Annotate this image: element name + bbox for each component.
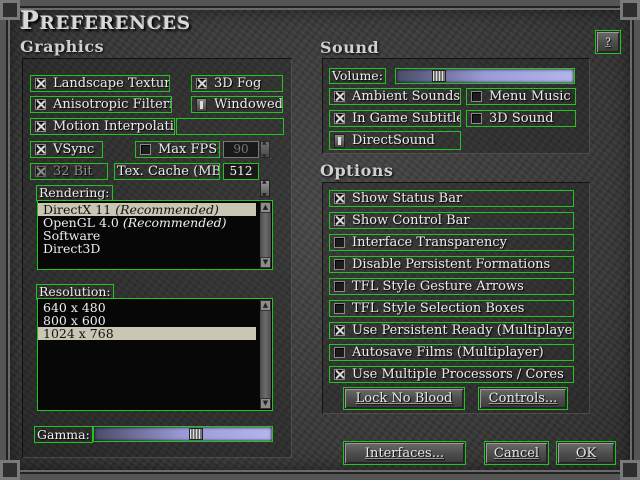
checkbox-box bbox=[334, 347, 345, 358]
volume-slider-thumb[interactable] bbox=[432, 70, 446, 82]
rendering-list[interactable]: DirectX 11 (Recommended) OpenGL 4.0 (Reco… bbox=[37, 200, 273, 270]
3d-sound-checkbox[interactable]: 3D Sound bbox=[466, 110, 576, 127]
volume-label: Volume: bbox=[329, 68, 386, 84]
vsync-checkbox[interactable]: VSync bbox=[30, 141, 103, 158]
option-checkbox[interactable]: Use Multiple Processors / Cores bbox=[329, 366, 574, 383]
frame-corner bbox=[0, 0, 20, 20]
rendering-scrollbar[interactable]: ▲ ▼ bbox=[260, 202, 271, 268]
checkbox-box bbox=[196, 78, 207, 89]
option-checkbox[interactable]: Show Control Bar bbox=[329, 212, 574, 229]
checkbox-box bbox=[471, 91, 482, 102]
option-checkbox[interactable]: Interface Transparency bbox=[329, 234, 574, 251]
3d-fog-checkbox[interactable]: 3D Fog bbox=[191, 75, 283, 92]
checkbox-box bbox=[35, 99, 46, 110]
motion-interpolation-checkbox[interactable]: Motion Interpolation bbox=[30, 118, 175, 135]
options-heading: Options bbox=[320, 161, 394, 180]
checkbox-box bbox=[334, 281, 345, 292]
checkbox-box bbox=[334, 325, 345, 336]
checkbox-box bbox=[35, 166, 46, 177]
rendering-list-item[interactable]: Direct3D bbox=[38, 242, 256, 255]
checkbox-box bbox=[35, 78, 46, 89]
32-bit-checkbox[interactable]: 32 Bit bbox=[30, 163, 108, 180]
option-label: TFL Style Gesture Arrows bbox=[352, 279, 524, 294]
help-icon: ? bbox=[605, 36, 611, 48]
directsound-toggle[interactable]: DirectSound bbox=[329, 131, 461, 150]
max-fps-checkbox[interactable]: Max FPS: bbox=[135, 141, 220, 158]
toggle-icon bbox=[334, 133, 345, 148]
option-label: Show Status Bar bbox=[352, 191, 463, 206]
option-label: Show Control Bar bbox=[352, 213, 470, 228]
dialog-title: Preferences bbox=[20, 6, 192, 35]
checkbox-box bbox=[334, 113, 345, 124]
tex-cache-label: Tex. Cache (MB): bbox=[114, 163, 220, 180]
rendering-option-note: (Recommended) bbox=[122, 215, 227, 230]
option-label: Use Multiple Processors / Cores bbox=[352, 367, 564, 382]
option-label: TFL Style Selection Boxes bbox=[352, 301, 525, 316]
lock-no-blood-button[interactable]: Lock No Blood bbox=[343, 387, 465, 410]
checkbox-box bbox=[334, 215, 345, 226]
max-fps-input[interactable]: 90 bbox=[223, 141, 259, 158]
gamma-slider-thumb[interactable] bbox=[189, 428, 203, 440]
checkbox-box bbox=[35, 121, 46, 132]
motion-interpolation-extent bbox=[176, 118, 284, 135]
checkbox-box bbox=[334, 237, 345, 248]
landscape-textures-checkbox[interactable]: Landscape Textures bbox=[30, 75, 170, 92]
checkbox-box bbox=[471, 113, 482, 124]
frame-corner bbox=[620, 460, 640, 480]
controls-button[interactable]: Controls... bbox=[478, 387, 568, 410]
in-game-subtitles-checkbox[interactable]: In Game Subtitles bbox=[329, 110, 461, 127]
resolution-list[interactable]: 640 x 480 800 x 600 1024 x 768 ▲ ▼ bbox=[37, 298, 273, 411]
ambient-sounds-checkbox[interactable]: Ambient Sounds bbox=[329, 88, 461, 105]
scroll-up-icon[interactable]: ▲ bbox=[260, 300, 271, 311]
checkbox-box bbox=[334, 369, 345, 380]
option-checkbox[interactable]: Use Persistent Ready (Multiplayer) bbox=[329, 322, 574, 339]
volume-slider[interactable] bbox=[395, 68, 575, 84]
rendering-label: Rendering: bbox=[36, 185, 113, 201]
scroll-down-icon[interactable]: ▼ bbox=[260, 257, 271, 268]
checkbox-box bbox=[334, 303, 345, 314]
frame-corner bbox=[0, 460, 20, 480]
help-button[interactable]: ? bbox=[595, 30, 621, 54]
option-label: Use Persistent Ready (Multiplayer) bbox=[352, 323, 574, 338]
graphics-heading: Graphics bbox=[20, 37, 105, 56]
cancel-button[interactable]: Cancel bbox=[484, 441, 549, 465]
interfaces-button[interactable]: Interfaces... bbox=[343, 441, 466, 465]
option-checkbox[interactable]: Show Status Bar bbox=[329, 190, 574, 207]
ok-button[interactable]: OK bbox=[556, 441, 616, 465]
checkbox-box bbox=[35, 144, 46, 155]
windowed-toggle[interactable]: Windowed bbox=[191, 96, 283, 113]
anisotropic-filtering-checkbox[interactable]: Anisotropic Filtering bbox=[30, 96, 172, 113]
option-checkbox[interactable]: TFL Style Gesture Arrows bbox=[329, 278, 574, 295]
rendering-option-name: Direct3D bbox=[43, 241, 101, 256]
max-fps-spinner[interactable] bbox=[260, 139, 270, 160]
sound-heading: Sound bbox=[320, 38, 380, 57]
option-checkbox[interactable]: Disable Persistent Formations bbox=[329, 256, 574, 273]
resolution-list-item[interactable]: 1024 x 768 bbox=[38, 327, 256, 340]
checkbox-box bbox=[334, 193, 345, 204]
frame-corner bbox=[620, 0, 640, 20]
tex-cache-input[interactable]: 512 bbox=[223, 163, 259, 180]
option-label: Disable Persistent Formations bbox=[352, 257, 551, 272]
resolution-scrollbar[interactable]: ▲ ▼ bbox=[260, 300, 271, 409]
scroll-up-icon[interactable]: ▲ bbox=[260, 202, 271, 213]
toggle-icon bbox=[196, 97, 207, 112]
checkbox-box bbox=[334, 91, 345, 102]
gamma-slider[interactable] bbox=[93, 426, 273, 442]
menu-music-checkbox[interactable]: Menu Music bbox=[466, 88, 576, 105]
tex-cache-spinner[interactable] bbox=[260, 178, 270, 199]
scroll-down-icon[interactable]: ▼ bbox=[260, 398, 271, 409]
option-label: Autosave Films (Multiplayer) bbox=[352, 345, 544, 360]
option-checkbox[interactable]: Autosave Films (Multiplayer) bbox=[329, 344, 574, 361]
option-label: Interface Transparency bbox=[352, 235, 507, 250]
gamma-label: Gamma: bbox=[34, 426, 93, 443]
checkbox-box bbox=[334, 259, 345, 270]
option-checkbox[interactable]: TFL Style Selection Boxes bbox=[329, 300, 574, 317]
checkbox-box bbox=[140, 144, 151, 155]
